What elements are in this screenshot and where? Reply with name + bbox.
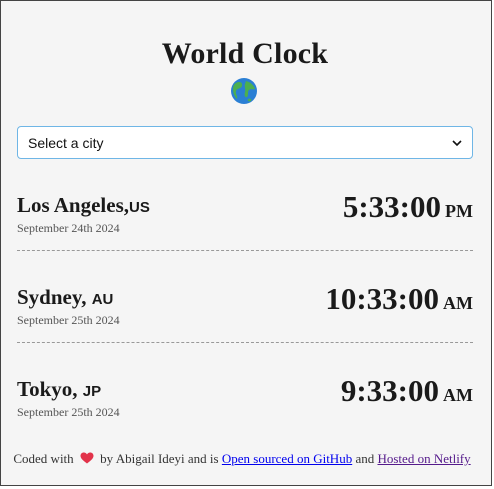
page-title: World Clock (161, 37, 329, 70)
divider (17, 342, 473, 343)
time-period: PM (445, 201, 473, 221)
app-frame: World Clock Select a city Los Angeles,US… (0, 0, 492, 486)
netlify-link[interactable]: Hosted on Netlify (377, 451, 470, 466)
city-time: 9:33:00 AM (340, 373, 473, 408)
country-code: US (129, 199, 150, 216)
city-date: September 25th 2024 (17, 313, 120, 327)
footer: Coded with by Abigail Ideyi and is Open … (13, 451, 471, 466)
country-code: JP (82, 383, 102, 400)
city-select-value: Select a city (28, 134, 104, 151)
city-time: 5:33:00 PM (342, 189, 473, 224)
divider (17, 250, 473, 251)
globe-icon (231, 78, 257, 104)
city-row-los-angeles: Los Angeles,US September 24th 2024 5:33:… (17, 189, 473, 283)
heart-icon (80, 452, 94, 464)
city-row-sydney: Sydney, AU September 25th 2024 10:33:00 A… (17, 281, 473, 375)
time-period: AM (443, 293, 473, 313)
city-name: Los Angeles,US (17, 193, 150, 217)
city-time: 10:33:00 AM (325, 281, 473, 316)
chevron-down-icon (452, 139, 462, 146)
city-name: Tokyo, JP (17, 377, 102, 401)
city-name: Sydney, AU (17, 285, 114, 309)
city-date: September 25th 2024 (17, 405, 120, 419)
city-date: September 24th 2024 (17, 221, 120, 235)
time-period: AM (443, 385, 473, 405)
country-code: AU (91, 291, 114, 308)
city-select[interactable]: Select a city (17, 126, 473, 159)
github-link[interactable]: Open sourced on GitHub (222, 451, 352, 466)
